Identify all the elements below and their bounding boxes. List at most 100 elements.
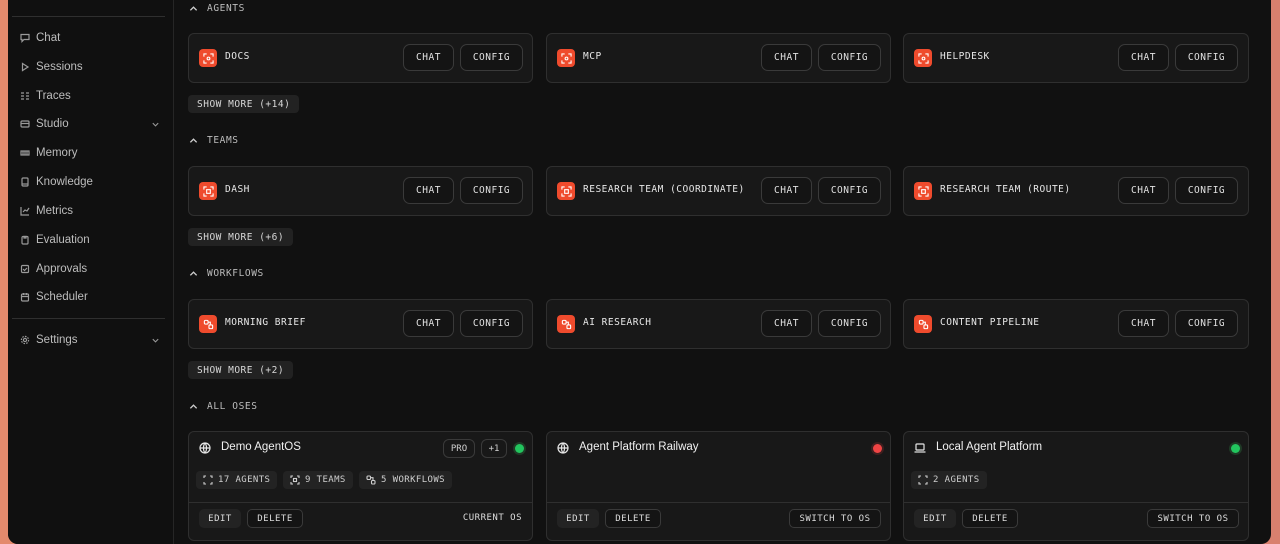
agent-badge — [199, 49, 217, 67]
sidebar-item-metrics[interactable]: Metrics — [20, 200, 160, 222]
section-toggle-oses[interactable]: ALL OSES — [189, 398, 258, 414]
workflow-card: CONTENT PIPELINE CHAT CONFIG — [903, 299, 1249, 349]
sidebar-item-settings[interactable]: Settings — [20, 329, 160, 351]
os-name: Local Agent Platform — [936, 441, 1043, 453]
config-button[interactable]: CONFIG — [818, 310, 881, 337]
team-icon — [917, 185, 929, 197]
config-button[interactable]: CONFIG — [818, 44, 881, 71]
agent-badge — [914, 49, 932, 67]
sidebar-item-evaluation[interactable]: Evaluation — [20, 229, 160, 251]
workflow-badge — [557, 315, 575, 333]
team-name: RESEARCH TEAM (COORDINATE) — [583, 184, 745, 195]
chip-label: 17 AGENTS — [218, 475, 271, 485]
sidebar-item-approvals[interactable]: Approvals — [20, 258, 160, 280]
sidebar-item-traces[interactable]: Traces — [20, 85, 160, 107]
chat-button[interactable]: CHAT — [761, 44, 812, 71]
sidebar-item-studio[interactable]: Studio — [20, 113, 160, 135]
workflow-card: MORNING BRIEF CHAT CONFIG — [188, 299, 533, 349]
os-name: Demo AgentOS — [221, 441, 301, 453]
chat-button[interactable]: CHAT — [403, 44, 454, 71]
os-card[interactable]: Local Agent Platform 2 AGENTS EDIT DELET… — [903, 431, 1249, 541]
delete-button[interactable]: DELETE — [605, 509, 661, 528]
section-title: TEAMS — [207, 134, 239, 146]
section-toggle-teams[interactable]: TEAMS — [189, 132, 239, 148]
chat-button[interactable]: CHAT — [403, 177, 454, 204]
agent-icon — [918, 475, 928, 485]
workflow-icon — [561, 319, 571, 329]
edit-button[interactable]: EDIT — [914, 509, 956, 528]
status-dot — [515, 444, 524, 453]
config-button[interactable]: CONFIG — [460, 44, 523, 71]
sidebar-item-label: Knowledge — [36, 176, 93, 188]
section-toggle-agents[interactable]: AGENTS — [189, 0, 245, 16]
team-badge — [557, 182, 575, 200]
config-button[interactable]: CONFIG — [1175, 44, 1238, 71]
app-window: Chat Sessions Traces Studio Memory Knowl… — [8, 0, 1271, 544]
sidebar-item-sessions[interactable]: Sessions — [20, 56, 160, 78]
chat-icon — [20, 33, 30, 43]
laptop-icon — [914, 443, 926, 453]
config-button[interactable]: CONFIG — [460, 177, 523, 204]
show-more-agents-button[interactable]: SHOW MORE (+14) — [188, 95, 300, 113]
team-name: RESEARCH TEAM (ROUTE) — [940, 184, 1071, 195]
sidebar-item-label: Evaluation — [36, 234, 90, 246]
sidebar: Chat Sessions Traces Studio Memory Knowl… — [8, 0, 174, 544]
sidebar-divider — [12, 16, 165, 17]
chevron-down-icon[interactable] — [151, 120, 160, 129]
clipboard-icon — [21, 235, 29, 245]
chevron-down-icon[interactable] — [151, 336, 160, 345]
chat-button[interactable]: CHAT — [1118, 177, 1169, 204]
sidebar-item-chat[interactable]: Chat — [20, 27, 160, 49]
switch-to-os-button[interactable]: SWITCH TO OS — [1147, 509, 1239, 528]
edit-button[interactable]: EDIT — [557, 509, 599, 528]
section-title: ALL OSES — [207, 400, 258, 412]
pro-badge: PRO — [443, 439, 475, 458]
sidebar-item-knowledge[interactable]: Knowledge — [20, 171, 160, 193]
show-more-workflows-button[interactable]: SHOW MORE (+2) — [188, 361, 294, 379]
team-icon — [290, 475, 300, 485]
edit-button[interactable]: EDIT — [199, 509, 241, 528]
agent-icon — [203, 475, 213, 485]
config-button[interactable]: CONFIG — [460, 310, 523, 337]
section-toggle-workflows[interactable]: WORKFLOWS — [189, 265, 264, 281]
switch-to-os-button[interactable]: SWITCH TO OS — [789, 509, 881, 528]
sidebar-item-label: Chat — [36, 32, 61, 44]
config-button[interactable]: CONFIG — [1175, 177, 1238, 204]
workflow-name: AI RESEARCH — [583, 317, 652, 328]
chat-button[interactable]: CHAT — [1118, 310, 1169, 337]
chat-button[interactable]: CHAT — [761, 310, 812, 337]
team-badge — [914, 182, 932, 200]
sidebar-item-memory[interactable]: Memory — [20, 142, 160, 164]
section-title: AGENTS — [207, 2, 245, 14]
sidebar-item-label: Studio — [36, 118, 69, 130]
gear-icon — [20, 335, 30, 345]
workflow-icon — [918, 319, 928, 329]
agent-badge — [557, 49, 575, 67]
sidebar-item-label: Traces — [36, 90, 71, 102]
chat-button[interactable]: CHAT — [761, 177, 812, 204]
chip-label: 9 TEAMS — [305, 475, 346, 485]
globe-icon — [557, 442, 569, 454]
delete-button[interactable]: DELETE — [962, 509, 1018, 528]
delete-button[interactable]: DELETE — [247, 509, 303, 528]
show-more-teams-button[interactable]: SHOW MORE (+6) — [188, 228, 294, 246]
agent-name: MCP — [583, 51, 602, 62]
os-card[interactable]: Demo AgentOS PRO +1 17 AGENTS 9 TEAMS 5 … — [188, 431, 533, 541]
config-button[interactable]: CONFIG — [818, 177, 881, 204]
workflows-count-chip: 5 WORKFLOWS — [359, 471, 453, 489]
agent-card: DOCS CHAT CONFIG — [188, 33, 533, 83]
status-dot — [1231, 444, 1240, 453]
workflow-name: MORNING BRIEF — [225, 317, 306, 328]
agents-count-chip: 2 AGENTS — [911, 471, 987, 489]
current-os-label: CURRENT OS — [462, 513, 522, 523]
sidebar-item-label: Metrics — [36, 205, 74, 217]
chevron-up-icon — [189, 137, 198, 143]
chat-button[interactable]: CHAT — [403, 310, 454, 337]
os-card[interactable]: Agent Platform Railway EDIT DELETE SWITC… — [546, 431, 891, 541]
team-card: RESEARCH TEAM (COORDINATE) CHAT CONFIG — [546, 166, 891, 216]
sidebar-item-scheduler[interactable]: Scheduler — [20, 286, 160, 308]
chat-button[interactable]: CHAT — [1118, 44, 1169, 71]
config-button[interactable]: CONFIG — [1175, 310, 1238, 337]
team-badge — [199, 182, 217, 200]
play-icon — [21, 62, 30, 72]
